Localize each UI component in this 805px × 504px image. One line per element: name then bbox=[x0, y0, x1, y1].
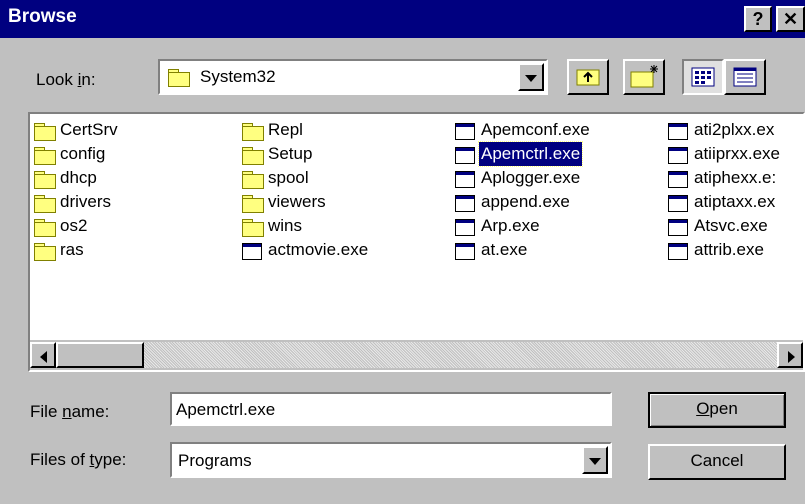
program-icon bbox=[668, 192, 690, 212]
folder-icon bbox=[34, 168, 56, 189]
program-icon bbox=[455, 144, 477, 164]
program-icon bbox=[668, 120, 690, 140]
list-item-label: append.exe bbox=[481, 192, 570, 211]
list-item-label: atiiprxx.exe bbox=[694, 144, 780, 163]
program-icon bbox=[455, 216, 477, 236]
folder-icon bbox=[34, 144, 56, 165]
list-item-label: config bbox=[60, 144, 106, 163]
window-title: Browse bbox=[8, 6, 77, 27]
folder-icon bbox=[242, 168, 264, 189]
list-item-label: Apemconf.exe bbox=[481, 120, 590, 139]
file-name-value: Apemctrl.exe bbox=[176, 400, 276, 419]
list-view-icon bbox=[691, 67, 715, 87]
list-item-label: at.exe bbox=[481, 240, 528, 259]
chevron-down-icon bbox=[589, 458, 601, 465]
list-item-label: ati2plxx.ex bbox=[694, 120, 775, 139]
file-name-label: File name: bbox=[30, 402, 110, 421]
horizontal-scrollbar[interactable] bbox=[30, 340, 803, 370]
arrow-right-icon bbox=[788, 351, 795, 363]
new-folder-icon bbox=[630, 65, 658, 88]
folder-icon bbox=[34, 192, 56, 213]
file-name-input[interactable]: Apemctrl.exe bbox=[170, 392, 612, 426]
folder-icon bbox=[242, 120, 264, 141]
list-item-label: os2 bbox=[60, 216, 88, 235]
scroll-right-button[interactable] bbox=[777, 342, 803, 368]
list-item-label: viewers bbox=[268, 192, 326, 211]
files-of-type-dropdown-button[interactable] bbox=[582, 446, 608, 474]
look-in-label: Look in: bbox=[36, 70, 96, 89]
program-icon bbox=[455, 240, 477, 260]
details-view-icon bbox=[733, 67, 757, 87]
folder-icon bbox=[34, 240, 56, 261]
list-item-label: Apemctrl.exe bbox=[477, 141, 584, 167]
scroll-left-button[interactable] bbox=[30, 342, 56, 368]
folder-icon bbox=[242, 192, 264, 213]
scroll-thumb[interactable] bbox=[56, 342, 144, 368]
details-view-button[interactable] bbox=[724, 59, 766, 95]
list-item-label: Atsvc.exe bbox=[694, 216, 768, 235]
create-new-folder-button[interactable] bbox=[623, 59, 665, 95]
scroll-track[interactable] bbox=[56, 342, 777, 368]
list-item-label: dhcp bbox=[60, 168, 97, 187]
files-of-type-label: Files of type: bbox=[30, 450, 127, 469]
program-icon bbox=[668, 216, 690, 236]
program-icon bbox=[668, 168, 690, 188]
list-item-label: atiphexx.e: bbox=[694, 168, 777, 187]
list-item-label: drivers bbox=[60, 192, 112, 211]
files-of-type-combo[interactable]: Programs bbox=[170, 442, 612, 478]
folder-icon bbox=[242, 216, 264, 237]
list-item-label: Repl bbox=[268, 120, 303, 139]
title-bar[interactable]: Browse ? ✕ bbox=[0, 0, 805, 38]
program-icon bbox=[455, 168, 477, 188]
up-one-level-button[interactable] bbox=[567, 59, 609, 95]
help-button[interactable]: ? bbox=[744, 6, 772, 32]
list-item-label: attrib.exe bbox=[694, 240, 764, 259]
list-view-button[interactable] bbox=[682, 59, 724, 95]
look-in-dropdown-button[interactable] bbox=[518, 63, 544, 91]
look-in-value: System32 bbox=[200, 67, 276, 86]
file-list[interactable]: CertSrv config dhcp drivers os2 ras Repl Setup s… bbox=[28, 112, 805, 372]
open-button[interactable]: Open bbox=[648, 392, 786, 428]
list-item-label: Setup bbox=[268, 144, 313, 163]
close-button[interactable]: ✕ bbox=[776, 6, 805, 32]
folder-icon bbox=[34, 216, 56, 237]
list-item-label: wins bbox=[268, 216, 303, 235]
list-item-label: Aplogger.exe bbox=[481, 168, 581, 187]
look-in-combo[interactable]: System32 bbox=[158, 59, 548, 95]
list-item-label: ras bbox=[60, 240, 84, 259]
up-folder-icon bbox=[576, 69, 600, 86]
program-icon bbox=[455, 192, 477, 212]
arrow-left-icon bbox=[40, 351, 47, 363]
program-icon bbox=[668, 240, 690, 260]
file-list-items: CertSrv config dhcp drivers os2 ras Repl Setup s… bbox=[30, 114, 803, 340]
open-folder-icon bbox=[168, 67, 194, 87]
folder-icon bbox=[242, 144, 264, 165]
program-icon bbox=[668, 144, 690, 164]
cancel-button[interactable]: Cancel bbox=[648, 444, 786, 480]
program-icon bbox=[242, 240, 264, 260]
list-item-label: actmovie.exe bbox=[268, 240, 369, 259]
chevron-down-icon bbox=[525, 75, 537, 82]
list-item-label: Arp.exe bbox=[481, 216, 540, 235]
list-item-label: spool bbox=[268, 168, 309, 187]
list-item-label: atiptaxx.ex bbox=[694, 192, 776, 211]
list-item-label: CertSrv bbox=[60, 120, 118, 139]
folder-icon bbox=[34, 120, 56, 141]
files-of-type-value: Programs bbox=[178, 451, 252, 470]
program-icon bbox=[455, 120, 477, 140]
